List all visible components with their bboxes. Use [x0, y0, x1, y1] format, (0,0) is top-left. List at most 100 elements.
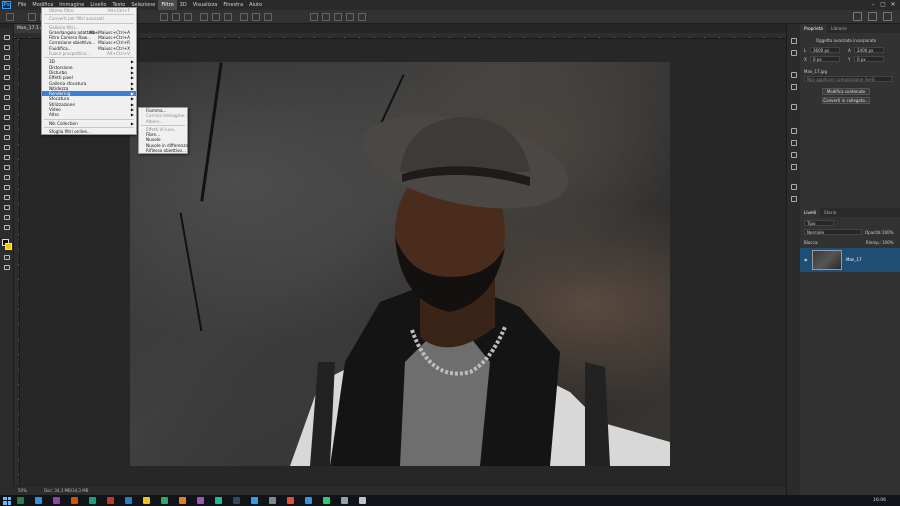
taskbar-app-icon[interactable] — [71, 497, 78, 504]
menu-file[interactable]: File — [15, 0, 29, 10]
align-center-icon[interactable] — [172, 13, 180, 21]
tab-layers[interactable]: Livelli — [800, 208, 821, 217]
lasso-tool-icon[interactable] — [3, 84, 11, 91]
tab-libraries[interactable]: Librerie — [827, 24, 851, 33]
brush-tool-icon[interactable] — [3, 64, 11, 71]
document-canvas-image[interactable] — [130, 62, 670, 466]
taskbar-app-icon[interactable] — [107, 497, 114, 504]
align-top-icon[interactable] — [200, 13, 208, 21]
3d-scale-icon[interactable] — [358, 13, 366, 21]
hand-tool-icon[interactable] — [3, 224, 11, 231]
dodge-tool-icon[interactable] — [3, 174, 11, 181]
type-tool-icon[interactable] — [3, 194, 11, 201]
blend-mode-select[interactable]: Normale — [804, 229, 862, 235]
tab-properties[interactable]: Proprietà — [800, 24, 827, 33]
3d-slide-icon[interactable] — [346, 13, 354, 21]
workspace-icon[interactable] — [868, 12, 877, 21]
distribute-2-icon[interactable] — [252, 13, 260, 21]
filter-menu-item[interactable]: Nik Collection ▶ — [42, 121, 136, 126]
eye-icon[interactable]: ◉ — [804, 257, 808, 262]
taskbar-app-icon[interactable] — [305, 497, 312, 504]
brush-panel-icon[interactable] — [791, 128, 797, 134]
taskbar-app-icon[interactable] — [53, 497, 60, 504]
distribute-3-icon[interactable] — [264, 13, 272, 21]
taskbar-app-icon[interactable] — [233, 497, 240, 504]
menu-3d[interactable]: 3D — [177, 0, 190, 10]
convert-to-linked-button[interactable]: Converti in collegato... — [822, 97, 870, 104]
taskbar-app-icon[interactable] — [143, 497, 150, 504]
menu-aiuto[interactable]: Aiuto — [246, 0, 265, 10]
quick-mask-icon[interactable] — [3, 254, 11, 261]
taskbar-app-icon[interactable] — [323, 497, 330, 504]
paragraph-panel-icon[interactable] — [791, 164, 797, 170]
eyedropper-tool-icon[interactable] — [3, 104, 11, 111]
history-panel-icon[interactable] — [791, 38, 797, 44]
clone-source-panel-icon[interactable] — [791, 140, 797, 146]
artboard-tool-icon[interactable] — [3, 44, 11, 51]
eraser-tool-icon[interactable] — [3, 144, 11, 151]
auto-select-checkbox[interactable] — [28, 13, 36, 21]
screen-mode-icon[interactable] — [3, 264, 11, 271]
y-field[interactable]: 0 px — [854, 56, 884, 62]
taskbar-app-icon[interactable] — [215, 497, 222, 504]
taskbar-app-icon[interactable] — [197, 497, 204, 504]
close-icon[interactable]: ✕ — [888, 0, 898, 10]
filter-menu-item[interactable]: Altro ▶ — [42, 112, 136, 117]
paths-panel-icon[interactable] — [791, 196, 797, 202]
x-field[interactable]: 0 px — [810, 56, 840, 62]
align-left-icon[interactable] — [160, 13, 168, 21]
character-panel-icon[interactable] — [791, 152, 797, 158]
blur-tool-icon[interactable] — [3, 164, 11, 171]
document-info[interactable]: Doc: 34,3 MB/34,3 MB — [44, 487, 88, 495]
taskbar-app-icon[interactable] — [161, 497, 168, 504]
align-right-icon[interactable] — [184, 13, 192, 21]
filter-menu-item[interactable]: Sfoglia filtri online... — [42, 129, 136, 134]
path-selection-tool-icon[interactable] — [3, 204, 11, 211]
marquee-tool-icon[interactable] — [3, 74, 11, 81]
3d-rotate-icon[interactable] — [322, 13, 330, 21]
3d-mode-icon[interactable] — [310, 13, 318, 21]
share-icon[interactable] — [883, 12, 892, 21]
height-field[interactable]: 2400 px — [854, 47, 884, 53]
layer-name[interactable]: Man_17 — [846, 257, 862, 262]
layer-kind-filter[interactable]: Tipo — [804, 220, 834, 226]
clone-stamp-tool-icon[interactable] — [3, 124, 11, 131]
gradient-tool-icon[interactable] — [3, 154, 11, 161]
background-color-swatch[interactable] — [5, 243, 12, 250]
taskbar-app-icon[interactable] — [359, 497, 366, 504]
crop-tool-icon[interactable] — [3, 54, 11, 61]
fill-value[interactable]: 100% — [882, 240, 893, 245]
move-tool-icon[interactable] — [3, 34, 11, 41]
actions-panel-icon[interactable] — [791, 50, 797, 56]
channels-panel-icon[interactable] — [791, 184, 797, 190]
healing-brush-tool-icon[interactable] — [3, 114, 11, 121]
menu-filtro[interactable]: Filtro — [158, 0, 177, 10]
menu-visualizza[interactable]: Visualizza — [190, 0, 221, 10]
taskbar-app-icon[interactable] — [17, 497, 24, 504]
rendering-menu-item[interactable]: Riflesso obiettivo... — [139, 148, 187, 153]
adjustments-panel-icon[interactable] — [791, 104, 797, 110]
taskbar-app-icon[interactable] — [35, 497, 42, 504]
opacity-value[interactable]: 100% — [882, 230, 893, 235]
align-bottom-icon[interactable] — [224, 13, 232, 21]
layer-comp-select[interactable]: Non applicare composizione livelli — [804, 76, 892, 82]
taskbar-app-icon[interactable] — [179, 497, 186, 504]
windows-start-icon[interactable] — [3, 496, 11, 505]
3d-pan-icon[interactable] — [334, 13, 342, 21]
history-brush-tool-icon[interactable] — [3, 134, 11, 141]
taskbar-app-icon[interactable] — [341, 497, 348, 504]
width-field[interactable]: 3600 px — [810, 47, 840, 53]
shape-tool-icon[interactable] — [3, 214, 11, 221]
distribute-icon[interactable] — [240, 13, 248, 21]
taskbar-app-icon[interactable] — [269, 497, 276, 504]
menu-finestra[interactable]: Finestra — [220, 0, 246, 10]
pen-tool-icon[interactable] — [3, 184, 11, 191]
align-middle-icon[interactable] — [212, 13, 220, 21]
taskbar-app-icon[interactable] — [287, 497, 294, 504]
zoom-level[interactable]: 50% — [18, 487, 27, 495]
move-tool-option-icon[interactable] — [6, 13, 14, 21]
layer-row[interactable]: ◉ Man_17 — [800, 248, 900, 272]
taskbar-app-icon[interactable] — [251, 497, 258, 504]
minimize-icon[interactable]: – — [868, 0, 878, 10]
edit-contents-button[interactable]: Modifica contenuto — [822, 88, 870, 95]
